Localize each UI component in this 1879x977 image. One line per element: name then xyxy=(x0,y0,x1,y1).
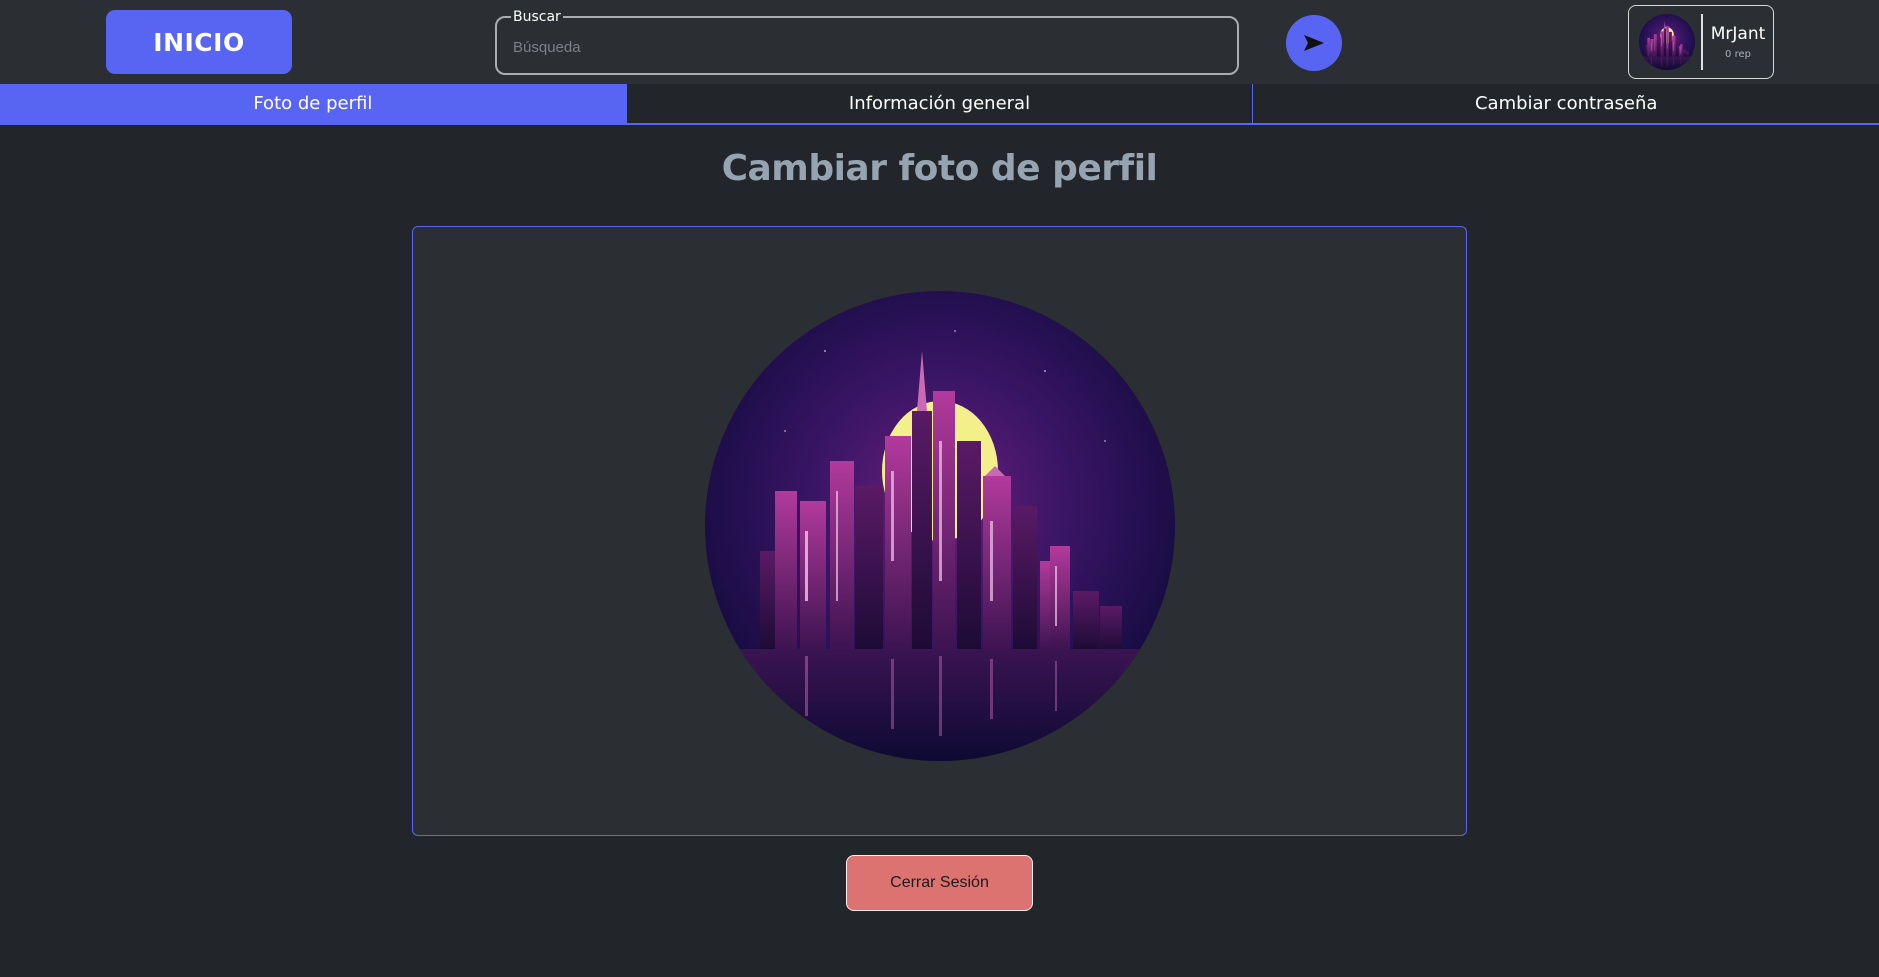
page-title: Cambiar foto de perfil xyxy=(721,148,1158,189)
logout-button[interactable]: Cerrar Sesión xyxy=(846,855,1033,911)
avatar xyxy=(1639,14,1695,70)
search-legend: Buscar xyxy=(513,9,561,25)
username: MrJant xyxy=(1710,24,1766,44)
profile-photo-panel xyxy=(412,226,1467,836)
profile-photo[interactable] xyxy=(705,291,1175,761)
profile-tabs: Foto de perfil Información general Cambi… xyxy=(0,84,1879,125)
top-header: INICIO Buscar MrJant 0 rep xyxy=(0,0,1879,84)
tab-general-info[interactable]: Información general xyxy=(625,84,1253,123)
send-arrow-icon xyxy=(1304,35,1324,51)
tab-change-password[interactable]: Cambiar contraseña xyxy=(1252,84,1879,123)
search-input[interactable] xyxy=(513,28,1221,66)
search-submit-button[interactable] xyxy=(1286,15,1342,71)
user-profile-card[interactable]: MrJant 0 rep xyxy=(1628,5,1774,79)
home-button[interactable]: INICIO xyxy=(106,10,292,74)
search-field: Buscar xyxy=(495,10,1239,75)
user-reputation: 0 rep xyxy=(1725,49,1751,60)
tab-profile-photo[interactable]: Foto de perfil xyxy=(0,84,626,123)
